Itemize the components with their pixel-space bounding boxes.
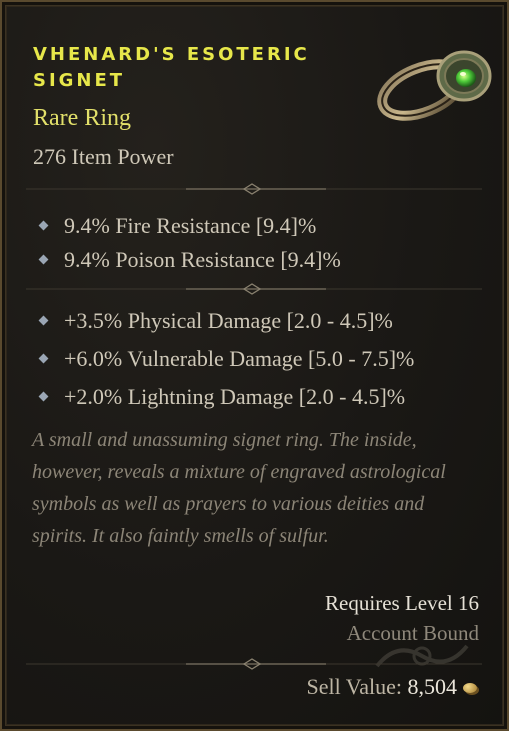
affix: +2.0% Lightning Damage [2.0 - 4.5]% — [38, 384, 405, 410]
bullet-icon — [38, 254, 49, 265]
ring-icon — [377, 50, 492, 121]
bullet-icon — [38, 315, 49, 326]
level-requirement: Requires Level 16 — [325, 591, 479, 615]
section-divider — [26, 183, 482, 195]
base-stat: 9.4% Poison Resistance [9.4]% — [38, 247, 341, 273]
bullet-icon — [38, 391, 49, 402]
affix: +3.5% Physical Damage [2.0 - 4.5]% — [38, 308, 393, 334]
gold-coin-icon — [463, 683, 477, 693]
section-divider — [26, 283, 482, 295]
flavor-text: A small and unassuming signet ring. The … — [32, 429, 446, 547]
bullet-icon — [38, 353, 49, 364]
item-name: VHENARD'S ESOTERIC SIGNET — [33, 44, 310, 91]
sell-amount: 8,504 — [407, 674, 458, 699]
sell-value: Sell Value: 8,504 — [306, 674, 477, 700]
affix: +6.0% Vulnerable Damage [5.0 - 7.5]% — [38, 346, 414, 372]
base-stat: 9.4% Fire Resistance [9.4]% — [38, 213, 316, 239]
watermark-icon — [375, 644, 469, 668]
section-divider — [26, 658, 482, 670]
bullet-icon — [38, 220, 49, 231]
item-tooltip: VHENARD'S ESOTERIC SIGNET Rare Ring 276 … — [0, 0, 509, 731]
item-power: 276 Item Power — [33, 144, 174, 169]
item-rarity: Rare Ring — [33, 105, 131, 131]
sell-label: Sell Value: — [306, 674, 402, 699]
